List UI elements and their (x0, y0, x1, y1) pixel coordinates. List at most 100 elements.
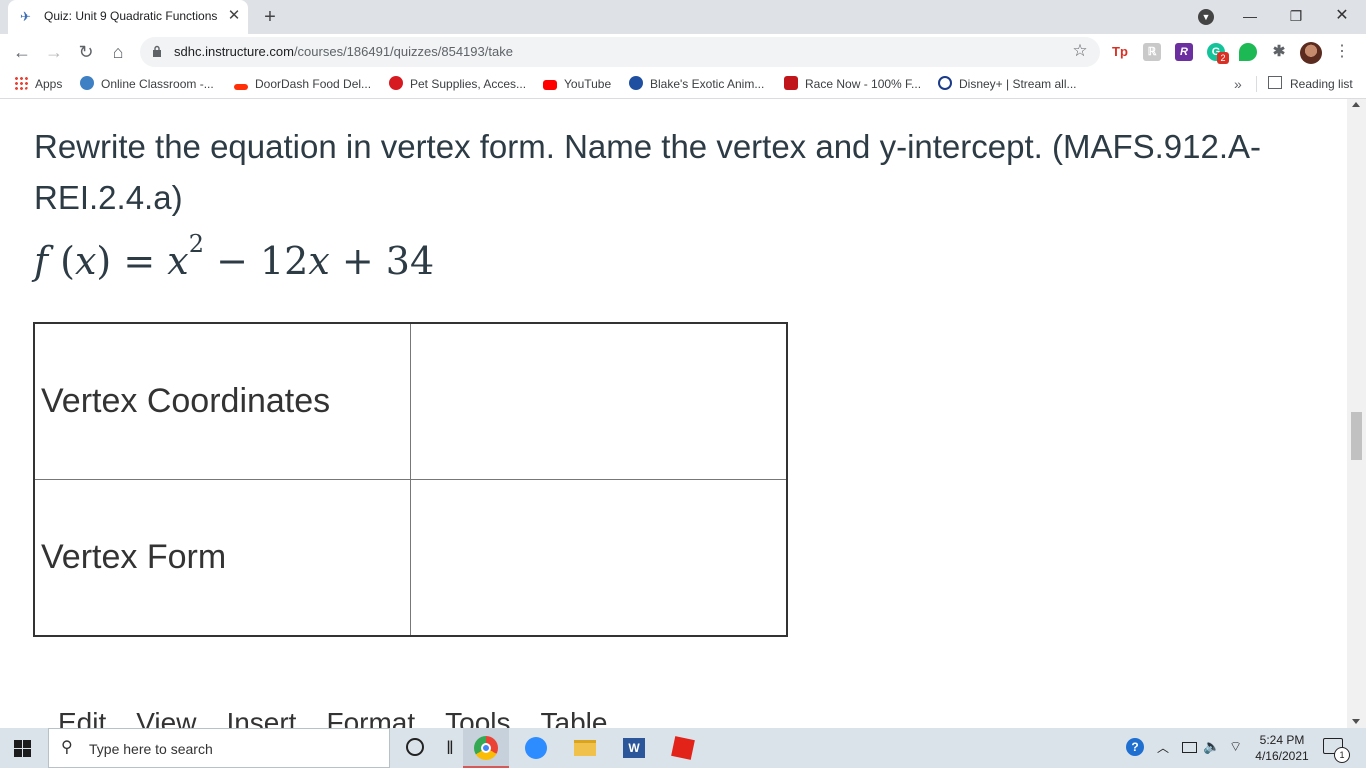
reading-list-label: Reading list (1290, 77, 1353, 91)
equation-exponent: 2 (188, 230, 204, 258)
task-view-icon[interactable]: ‖ (438, 736, 462, 760)
scroll-thumb[interactable] (1351, 412, 1362, 460)
browser-tab-active[interactable]: ✈ Quiz: Unit 9 Quadratic Functions ✕ (8, 0, 248, 34)
extension-grey-icon[interactable]: ℝ (1143, 43, 1161, 61)
equation-variable: x (167, 239, 189, 283)
answer-cell-vertex-coordinates[interactable] (409, 322, 787, 480)
extensions-puzzle-icon[interactable]: ✱ (1270, 43, 1288, 61)
bookmark-blakes-exotic[interactable]: Blake's Exotic Anim... (629, 76, 764, 92)
bookmarks-overflow-icon[interactable]: » (1234, 76, 1242, 92)
url-text: sdhc.instructure.com/courses/186491/quiz… (174, 44, 513, 59)
scroll-down-arrow-icon[interactable] (1352, 719, 1360, 724)
reading-list-button[interactable]: Reading list (1268, 76, 1353, 91)
zoom-icon[interactable] (524, 736, 548, 760)
wifi-icon[interactable]: ⌔ (1229, 738, 1242, 756)
bookmarks-bar: Apps Online Classroom -... DoorDash Food… (0, 70, 1366, 99)
bookmark-label: Blake's Exotic Anim... (650, 77, 765, 91)
roblox-icon[interactable] (671, 736, 695, 760)
kebab-menu-icon[interactable]: ⋮ (1334, 42, 1350, 62)
url-host: sdhc.instructure.com (174, 44, 294, 59)
teacherspay-extension-icon[interactable]: Tp (1111, 43, 1129, 61)
close-icon[interactable]: ✕ (226, 7, 242, 25)
address-bar[interactable]: sdhc.instructure.com/courses/186491/quiz… (140, 37, 1100, 67)
page-scrollbar[interactable] (1347, 99, 1366, 728)
taskbar-clock[interactable]: 5:24 PM 4/16/2021 (1252, 732, 1312, 764)
help-icon[interactable]: ? (1126, 738, 1144, 756)
bookmark-doordash[interactable]: DoorDash Food Del... (234, 76, 371, 92)
scroll-up-arrow-icon[interactable] (1352, 102, 1360, 107)
cortana-icon[interactable] (403, 736, 427, 760)
menu-view[interactable]: View (136, 707, 196, 728)
bookmark-online-classroom[interactable]: Online Classroom -... (80, 76, 214, 92)
chrome-taskbar-button[interactable] (463, 728, 509, 768)
lock-icon (153, 45, 161, 57)
menu-insert[interactable]: Insert (226, 707, 296, 728)
minimize-button[interactable]: — (1230, 4, 1270, 28)
forward-arrow-icon[interactable]: → (42, 40, 66, 64)
volume-icon[interactable]: 🔈 (1203, 738, 1220, 755)
answer-cell-vertex-form[interactable] (409, 479, 787, 637)
clock-time: 5:24 PM (1259, 733, 1305, 747)
bookmark-label: Apps (35, 77, 63, 91)
race-now-icon (784, 76, 798, 90)
quiz-page: Rewrite the equation in vertex form. Nam… (0, 99, 1347, 728)
reload-icon[interactable]: ↻ (74, 40, 98, 64)
bookmark-apps[interactable]: Apps (14, 76, 62, 92)
chrome-icon (474, 736, 498, 760)
bookmark-label: Online Classroom -... (101, 77, 214, 91)
r-extension-icon[interactable]: R (1175, 43, 1193, 61)
disney-icon (938, 76, 952, 90)
home-icon[interactable]: ⌂ (106, 40, 130, 64)
apps-grid-icon (14, 76, 28, 90)
chevron-up-icon[interactable]: ︿ (1157, 739, 1169, 756)
menu-format[interactable]: Format (326, 707, 415, 728)
battery-icon[interactable] (1182, 742, 1197, 753)
bookmark-youtube[interactable]: YouTube (543, 76, 611, 92)
bookmark-disney-plus[interactable]: Disney+ | Stream all... (938, 76, 1077, 92)
b-logo-icon (629, 76, 643, 90)
bookmark-label: Disney+ | Stream all... (959, 77, 1077, 91)
menu-table[interactable]: Table (541, 707, 608, 728)
bookmark-label: YouTube (564, 77, 612, 91)
clock-date: 4/16/2021 (1255, 749, 1309, 763)
word-icon[interactable]: W (622, 736, 646, 760)
menu-edit[interactable]: Edit (58, 707, 106, 728)
petco-icon (389, 76, 403, 90)
search-placeholder: Type here to search (89, 741, 213, 757)
equation: f (x) = x2 − 12x + 34 (34, 230, 435, 283)
windows-start-icon[interactable] (14, 740, 31, 757)
bookmark-pet-supplies[interactable]: Pet Supplies, Acces... (389, 76, 526, 92)
tab-title: Quiz: Unit 9 Quadratic Functions (44, 9, 218, 23)
question-text: Rewrite the equation in vertex form. Nam… (34, 128, 1262, 216)
equation-variable: x (308, 239, 330, 283)
bookmark-label: Pet Supplies, Acces... (410, 77, 527, 91)
profile-avatar[interactable] (1300, 42, 1322, 64)
bookmark-label: Race Now - 100% F... (805, 77, 922, 91)
green-extension-icon[interactable] (1239, 43, 1257, 61)
canvas-favicon-icon: ✈ (20, 9, 31, 24)
windows-taskbar: ⚲ Type here to search ‖ W ? ︿ 🔈 ⌔ 5:24 P… (0, 728, 1366, 768)
search-icon: ⚲ (61, 739, 73, 756)
row-label-vertex-coordinates: Vertex Coordinates (33, 322, 411, 480)
taskbar-search-box[interactable]: ⚲ Type here to search (48, 728, 390, 768)
restore-button[interactable]: ❐ (1276, 4, 1316, 28)
window-close-button[interactable]: ✕ (1322, 4, 1362, 28)
tab-search-icon[interactable]: ▼ (1198, 9, 1214, 25)
extension-badge: 2 (1217, 52, 1229, 64)
back-arrow-icon[interactable]: ← (10, 40, 34, 64)
bookmark-star-icon[interactable]: ☆ (1070, 41, 1090, 61)
bookmark-race-now[interactable]: Race Now - 100% F... (784, 76, 921, 92)
url-path: /courses/186491/quizzes/854193/take (293, 44, 513, 59)
reading-list-icon (1268, 76, 1282, 89)
new-tab-button[interactable]: + (258, 6, 282, 28)
row-label-vertex-form: Vertex Form (33, 479, 411, 637)
youtube-icon (543, 80, 557, 90)
menu-tools[interactable]: Tools (445, 707, 510, 728)
doordash-icon (234, 84, 248, 90)
equation-variable: x (74, 239, 97, 283)
file-explorer-icon[interactable] (573, 736, 597, 760)
table-row: Vertex Form (33, 479, 787, 637)
table-row: Vertex Coordinates (33, 322, 787, 480)
divider (1256, 76, 1257, 92)
equation-function: f (34, 239, 49, 283)
